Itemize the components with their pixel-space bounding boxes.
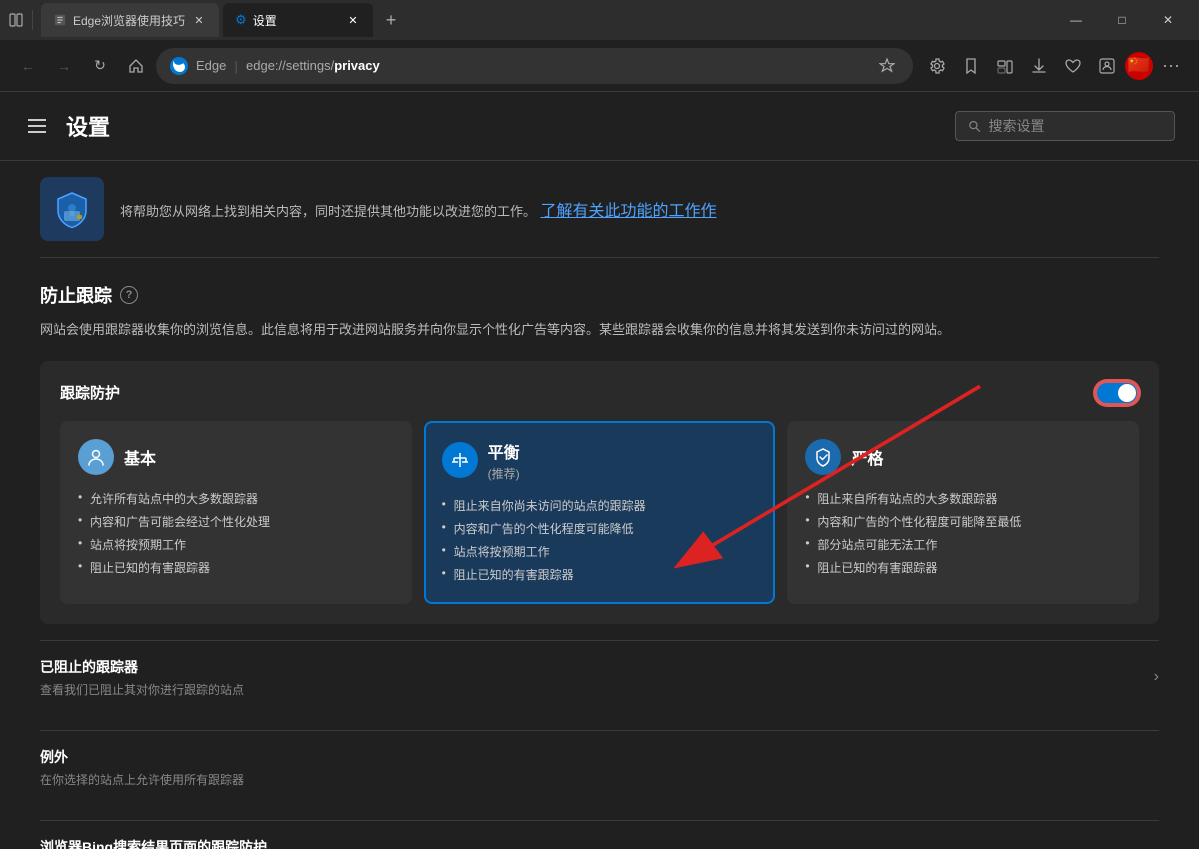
card-strict-item-2: 内容和广告的个性化程度可能降至最低 bbox=[805, 510, 1121, 533]
more-section: 浏览器Bing搜索结果页面的跟踪防护 bbox=[40, 820, 1159, 849]
card-balanced-item-1: 阻止来自你尚未访问的站点的跟踪器 bbox=[442, 494, 758, 517]
card-basic-item-1: 允许所有站点中的大多数跟踪器 bbox=[78, 487, 394, 510]
toggle-knob bbox=[1118, 384, 1136, 402]
tab-1-close[interactable]: ✕ bbox=[191, 12, 207, 28]
main-layout: 设置 bbox=[0, 92, 1199, 849]
more-title: 浏览器Bing搜索结果页面的跟踪防护 bbox=[40, 837, 1159, 849]
heart-icon[interactable] bbox=[1057, 50, 1089, 82]
home-btn[interactable] bbox=[120, 50, 152, 82]
address-url: edge://settings/privacy bbox=[246, 58, 380, 73]
card-basic-header: 基本 bbox=[78, 439, 394, 475]
card-balanced[interactable]: 平衡 (推荐) 阻止来自你尚未访问的站点的跟踪器 内容和广告的个性化程度可能降低… bbox=[424, 421, 776, 604]
hamburger-menu[interactable] bbox=[24, 115, 50, 137]
tracking-label: 跟踪防护 bbox=[60, 382, 120, 403]
card-strict-item-1: 阻止来自所有站点的大多数跟踪器 bbox=[805, 487, 1121, 510]
address-box[interactable]: Edge | edge://settings/privacy bbox=[156, 48, 913, 84]
search-icon bbox=[968, 119, 981, 133]
shield-big-icon bbox=[40, 177, 104, 241]
tracking-header: 跟踪防护 bbox=[60, 381, 1139, 405]
card-strict-list: 阻止来自所有站点的大多数跟踪器 内容和广告的个性化程度可能降至最低 部分站点可能… bbox=[805, 487, 1121, 579]
settings-content: 设置 bbox=[0, 92, 1199, 849]
window-controls: — □ ✕ bbox=[1053, 4, 1191, 36]
search-input[interactable] bbox=[989, 118, 1162, 134]
card-basic-title: 基本 bbox=[124, 445, 156, 469]
account-flag[interactable]: 🇨🇳 bbox=[1125, 52, 1153, 80]
card-strict-title: 严格 bbox=[851, 445, 883, 469]
edge-icon bbox=[170, 57, 188, 75]
card-strict[interactable]: 严格 阻止来自所有站点的大多数跟踪器 内容和广告的个性化程度可能降至最低 部分站… bbox=[787, 421, 1139, 604]
address-separator: | bbox=[234, 58, 238, 74]
card-balanced-icon bbox=[442, 442, 478, 478]
content-area: 将帮助您从网络上找到相关内容，同时还提供其他功能以改进您的工作。 了解有关此功能… bbox=[0, 161, 1199, 849]
card-basic-list: 允许所有站点中的大多数跟踪器 内容和广告可能会经过个性化处理 站点将按预期工作 … bbox=[78, 487, 394, 579]
card-strict-item-3: 部分站点可能无法工作 bbox=[805, 533, 1121, 556]
card-balanced-header: 平衡 (推荐) bbox=[442, 439, 758, 482]
favorites-btn[interactable] bbox=[875, 54, 899, 78]
chevron-right-icon: › bbox=[1154, 668, 1159, 686]
bookmark-icon[interactable] bbox=[955, 50, 987, 82]
card-basic[interactable]: 基本 允许所有站点中的大多数跟踪器 内容和广告可能会经过个性化处理 站点将按预期… bbox=[60, 421, 412, 604]
edge-label: Edge bbox=[196, 58, 226, 73]
card-balanced-list: 阻止来自你尚未访问的站点的跟踪器 内容和广告的个性化程度可能降低 站点将按预期工… bbox=[442, 494, 758, 586]
forward-btn[interactable]: → bbox=[48, 50, 80, 82]
maximize-btn[interactable]: □ bbox=[1099, 4, 1145, 36]
card-strict-icon bbox=[805, 439, 841, 475]
cards-row: 基本 允许所有站点中的大多数跟踪器 内容和广告可能会经过个性化处理 站点将按预期… bbox=[60, 421, 1139, 604]
tracking-box: 跟踪防护 bbox=[40, 361, 1159, 624]
blocked-title: 已阻止的跟踪器 bbox=[40, 657, 244, 677]
tab-2-icon: ⚙ bbox=[235, 12, 247, 28]
search-box[interactable] bbox=[955, 111, 1175, 141]
section-desc: 网站会使用跟踪器收集你的浏览信息。此信息将用于改进网站服务并向你显示个性化广告等… bbox=[40, 320, 1159, 341]
more-btn[interactable]: ··· bbox=[1155, 50, 1187, 82]
collections-icon[interactable] bbox=[989, 50, 1021, 82]
minimize-btn[interactable]: — bbox=[1053, 4, 1099, 36]
card-balanced-item-2: 内容和广告的个性化程度可能降低 bbox=[442, 517, 758, 540]
tab-1-label: Edge浏览器使用技巧 bbox=[73, 12, 185, 29]
exceptions-title: 例外 bbox=[40, 747, 1159, 767]
titlebar: Edge浏览器使用技巧 ✕ ⚙ 设置 ✕ + — □ ✕ bbox=[0, 0, 1199, 40]
card-strict-item-4: 阻止已知的有害跟踪器 bbox=[805, 556, 1121, 579]
card-basic-item-2: 内容和广告可能会经过个性化处理 bbox=[78, 510, 394, 533]
card-balanced-title: 平衡 bbox=[488, 439, 520, 463]
settings-page-title: 设置 bbox=[66, 110, 110, 142]
settings-header: 设置 bbox=[0, 92, 1199, 161]
blocked-trackers-section[interactable]: 已阻止的跟踪器 查看我们已阻止其对你进行跟踪的站点 › bbox=[40, 640, 1159, 714]
tab-2[interactable]: ⚙ 设置 ✕ bbox=[223, 3, 373, 37]
tab-2-label: 设置 bbox=[253, 12, 277, 29]
download-icon[interactable] bbox=[1023, 50, 1055, 82]
refresh-btn[interactable]: ↻ bbox=[84, 50, 116, 82]
tracking-section: 防止跟踪 ? 网站会使用跟踪器收集你的浏览信息。此信息将用于改进网站服务并向你显… bbox=[40, 282, 1159, 849]
help-icon[interactable]: ? bbox=[120, 286, 138, 304]
new-tab-btn[interactable]: + bbox=[377, 6, 405, 34]
addressbar: ← → ↻ Edge | edge://settings/privacy bbox=[0, 40, 1199, 92]
toolbar-icons: 🇨🇳 ··· bbox=[921, 50, 1187, 82]
tab-1[interactable]: Edge浏览器使用技巧 ✕ bbox=[41, 3, 219, 37]
card-basic-item-3: 站点将按预期工作 bbox=[78, 533, 394, 556]
blocked-desc: 查看我们已阻止其对你进行跟踪的站点 bbox=[40, 681, 244, 698]
settings-icon[interactable] bbox=[921, 50, 953, 82]
banner-text: 将帮助您从网络上找到相关内容，同时还提供其他功能以改进您的工作。 了解有关此功能… bbox=[120, 197, 717, 222]
card-balanced-item-4: 阻止已知的有害跟踪器 bbox=[442, 563, 758, 586]
exceptions-desc: 在你选择的站点上允许使用所有跟踪器 bbox=[40, 771, 1159, 788]
exceptions-section: 例外 在你选择的站点上允许使用所有跟踪器 bbox=[40, 730, 1159, 804]
card-balanced-item-3: 站点将按预期工作 bbox=[442, 540, 758, 563]
card-basic-item-4: 阻止已知的有害跟踪器 bbox=[78, 556, 394, 579]
section-title: 防止跟踪 ? bbox=[40, 282, 1159, 308]
card-basic-icon bbox=[78, 439, 114, 475]
banner-link[interactable]: 了解有关此功能的工作作 bbox=[540, 203, 716, 220]
banner-area: 将帮助您从网络上找到相关内容，同时还提供其他功能以改进您的工作。 了解有关此功能… bbox=[40, 161, 1159, 258]
tab-2-close[interactable]: ✕ bbox=[345, 12, 361, 28]
sidebar-toggle-btn[interactable] bbox=[8, 12, 24, 28]
profile-icon[interactable] bbox=[1091, 50, 1123, 82]
tracking-toggle[interactable] bbox=[1095, 381, 1139, 405]
back-btn[interactable]: ← bbox=[12, 50, 44, 82]
close-btn[interactable]: ✕ bbox=[1145, 4, 1191, 36]
card-balanced-subtitle: (推荐) bbox=[488, 465, 520, 482]
card-strict-header: 严格 bbox=[805, 439, 1121, 475]
